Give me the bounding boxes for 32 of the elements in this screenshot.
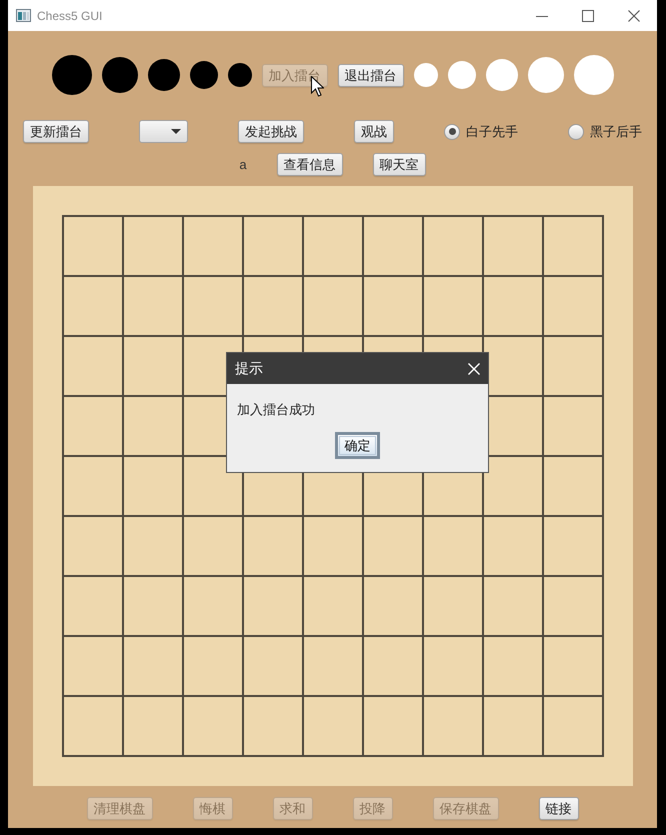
stone-icon [52, 55, 92, 95]
app-icon [16, 9, 31, 22]
chat-room-button[interactable]: 聊天室 [372, 153, 426, 176]
radio-label[interactable]: 白子先手 [466, 122, 518, 142]
stone-icon [448, 61, 476, 89]
radio-button[interactable] [444, 124, 460, 140]
close-icon[interactable] [628, 10, 640, 22]
dialog-title: 提示 [235, 359, 263, 378]
stone-icon [190, 61, 218, 89]
dropdown[interactable] [139, 120, 188, 143]
maximize-icon[interactable] [582, 10, 594, 22]
ok-button[interactable]: 确定 [335, 432, 380, 459]
connect-button[interactable]: 链接 [538, 797, 578, 820]
stone-icon [414, 63, 438, 87]
stone-icon [148, 59, 180, 91]
leave-arena-button[interactable]: 退出擂台 [338, 64, 404, 86]
stone-icon [102, 57, 138, 93]
refresh-arena-button[interactable]: 更新擂台 [23, 120, 89, 143]
view-info-button[interactable]: 查看信息 [276, 153, 343, 176]
radio-label[interactable]: 黑子后手 [590, 122, 642, 142]
challenge-button[interactable]: 发起挑战 [238, 120, 304, 143]
stone-icon [486, 59, 518, 91]
caret-icon [171, 129, 181, 134]
window-title: Chess5 GUI [37, 8, 102, 24]
radio-button[interactable] [568, 124, 584, 140]
dialog-message: 加入擂台成功 [236, 401, 316, 419]
stone-icon [228, 63, 252, 87]
user-label: a [239, 156, 247, 174]
stone-icon [528, 57, 564, 93]
watch-button[interactable]: 观战 [354, 120, 394, 143]
stone-icon [574, 55, 614, 95]
game-board[interactable] [33, 186, 633, 786]
